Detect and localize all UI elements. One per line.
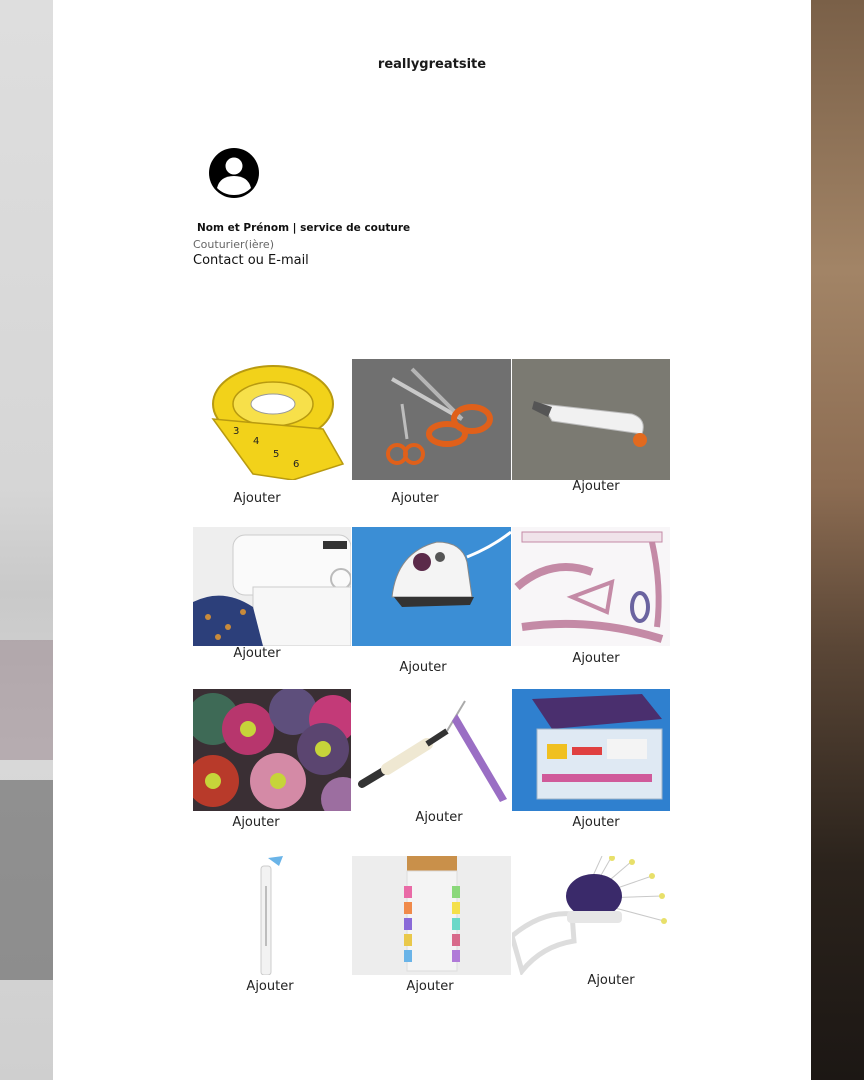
product-image-thread-snips — [512, 359, 670, 480]
product-image-thread-spools — [193, 689, 351, 811]
add-button-3[interactable]: Ajouter — [572, 479, 619, 494]
product-image-sewing-clips — [352, 856, 511, 975]
add-button-9[interactable]: Ajouter — [572, 815, 619, 830]
add-button-10[interactable]: Ajouter — [246, 979, 293, 994]
svg-text:4: 4 — [253, 436, 259, 447]
product-image-sewing-kit-box — [512, 689, 670, 811]
svg-text:6: 6 — [293, 459, 299, 470]
product-image-sewing-machine — [193, 527, 351, 646]
background-right — [811, 0, 864, 1080]
product-image-mini-iron — [352, 527, 511, 646]
background-left — [0, 0, 53, 1080]
profile-contact[interactable]: Contact ou E-mail — [193, 253, 309, 268]
product-image-seam-ripper — [352, 689, 511, 811]
svg-text:3: 3 — [233, 426, 239, 437]
add-button-7[interactable]: Ajouter — [232, 815, 279, 830]
profile-role: Couturier(ière) — [193, 238, 274, 251]
page: reallygreatsite Nom et Prénom | service … — [53, 0, 811, 1080]
add-button-11[interactable]: Ajouter — [406, 979, 453, 994]
product-image-tape-measure: 3 4 5 6 — [193, 359, 351, 480]
add-button-12[interactable]: Ajouter — [587, 973, 634, 988]
product-image-pin-cushion — [512, 856, 670, 975]
product-image-pattern-rulers — [512, 527, 670, 646]
site-title[interactable]: reallygreatsite — [53, 57, 811, 72]
profile-name: Nom et Prénom | service de couture — [197, 222, 411, 234]
product-image-orange-scissors — [352, 359, 511, 480]
add-button-6[interactable]: Ajouter — [572, 651, 619, 666]
add-button-4[interactable]: Ajouter — [233, 646, 280, 661]
product-image-fabric-marker — [193, 856, 351, 975]
user-circle-icon — [208, 147, 260, 199]
svg-text:5: 5 — [273, 449, 279, 460]
add-button-5[interactable]: Ajouter — [399, 660, 446, 675]
add-button-1[interactable]: Ajouter — [233, 491, 280, 506]
add-button-8[interactable]: Ajouter — [415, 810, 462, 825]
add-button-2[interactable]: Ajouter — [391, 491, 438, 506]
